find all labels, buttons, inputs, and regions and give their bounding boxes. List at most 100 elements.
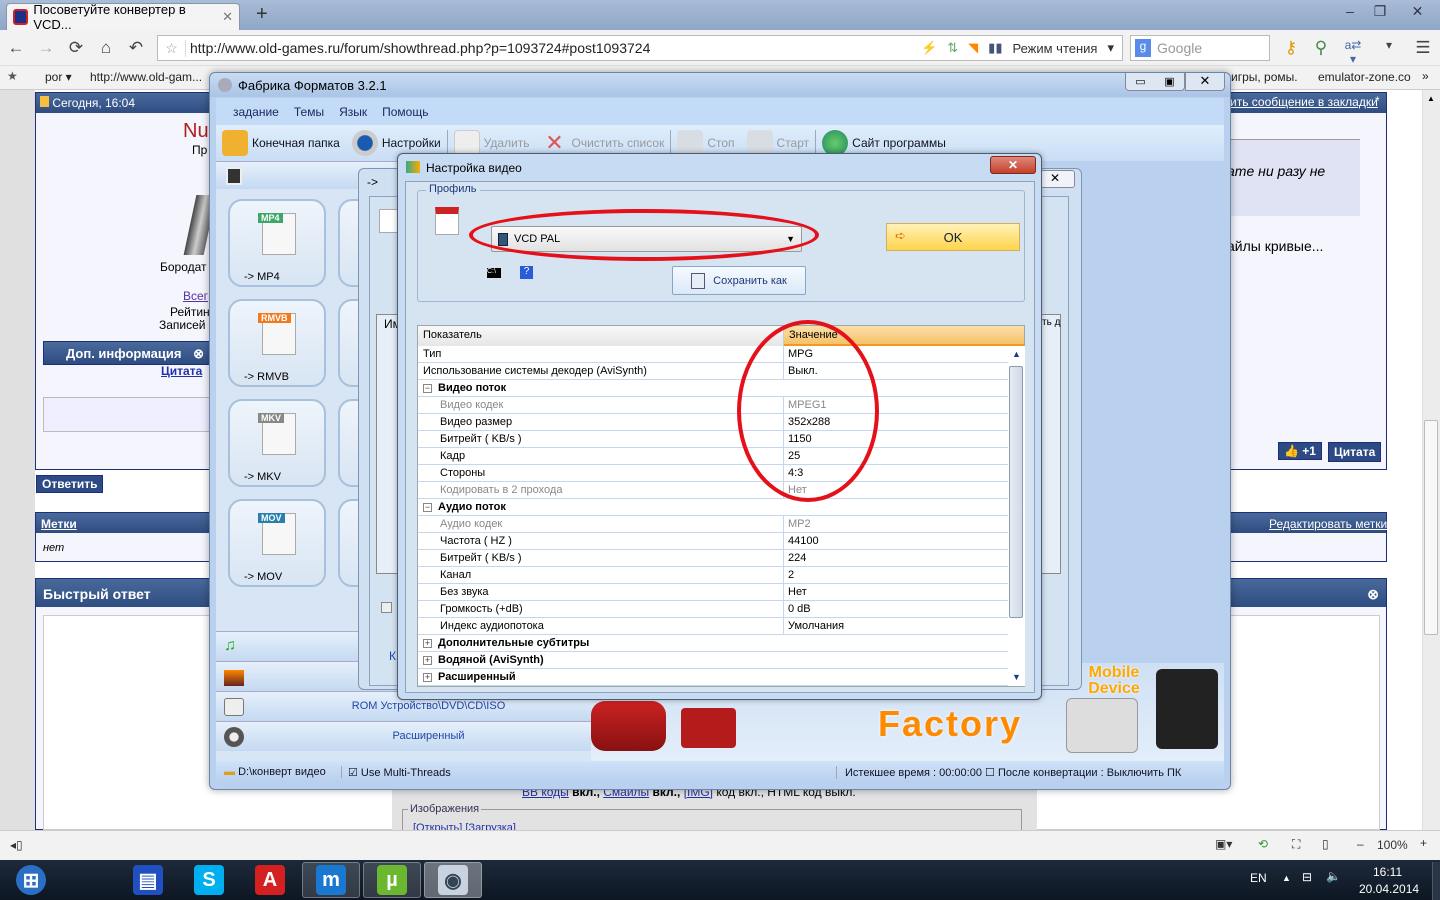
forward-icon[interactable]: →	[35, 38, 57, 58]
language-indicator[interactable]: EN	[1250, 871, 1267, 885]
compare-icon[interactable]: ⇅	[947, 40, 958, 56]
quote-link[interactable]: Цитата	[161, 364, 202, 378]
restore-button[interactable]: ❐	[1365, 0, 1395, 22]
advanced-category[interactable]: Расширенный	[216, 721, 591, 751]
reload-icon[interactable]: ⟳	[65, 38, 87, 58]
format-tile[interactable]: MP4 -> MP4	[228, 199, 326, 287]
shutdown-checkbox[interactable]: ☐	[985, 767, 995, 779]
quote-button[interactable]: Цитата	[1328, 442, 1382, 462]
collapse-icon[interactable]: ⊗	[1367, 586, 1379, 603]
property-value[interactable]: 0 dB	[784, 601, 1024, 617]
menu-task[interactable]: задание	[233, 105, 279, 119]
expand-icon[interactable]: +	[423, 672, 432, 682]
expand-icon[interactable]: +	[423, 655, 432, 665]
show-desktop-button[interactable]	[1432, 862, 1440, 900]
zoom-in-button[interactable]: +	[1420, 836, 1427, 850]
scroll-down-icon[interactable]: ▼	[1012, 672, 1021, 682]
grid-scroll-thumb[interactable]	[1009, 366, 1023, 618]
minimize-button[interactable]: –	[1335, 0, 1365, 22]
grid-scrollbar[interactable]: ▲ ▼	[1008, 346, 1025, 686]
home-icon[interactable]: ⌂	[95, 38, 117, 58]
key-icon[interactable]: ⚷	[1280, 38, 1302, 58]
browser-tab[interactable]: Посоветуйте конвертер в VCD... ✕	[6, 2, 240, 32]
command-line-icon[interactable]: C:\	[487, 268, 501, 278]
more-info-button[interactable]: Доп. информация ⊗	[43, 341, 213, 365]
taskbar-skype-button[interactable]: S	[180, 862, 238, 898]
rss-icon[interactable]: ◥	[968, 40, 978, 56]
collapse-icon[interactable]: −	[423, 383, 432, 393]
fullscreen-icon[interactable]: ⛶	[1292, 837, 1300, 852]
address-bar[interactable]: ☆ http://www.old-games.ru/forum/showthre…	[157, 35, 1123, 61]
property-value[interactable]: 44100	[784, 533, 1024, 549]
grid-row[interactable]: Канал 2	[418, 567, 1024, 584]
output-folder-button[interactable]: Конечная папка	[216, 128, 346, 158]
multithreads-checkbox[interactable]: ☑ Use Multi-Threads	[342, 766, 451, 779]
help-icon[interactable]: ?	[520, 266, 533, 279]
search-download-icon[interactable]: ⚲	[1310, 38, 1332, 58]
taskbar-maxthon-button[interactable]: m	[302, 862, 360, 898]
format-tile[interactable]: RMVB -> RMVB	[228, 299, 326, 387]
grid-row[interactable]: Кадр 25	[418, 448, 1024, 465]
volume-icon[interactable]: 🔈	[1326, 869, 1341, 883]
username[interactable]: Nu	[183, 120, 209, 143]
grid-row[interactable]: Битрейт ( KB/s ) 224	[418, 550, 1024, 567]
undo-close-icon[interactable]: ↶	[125, 38, 147, 58]
ok-button[interactable]: ➪ OK	[886, 223, 1020, 251]
minimize-icon[interactable]: ▭	[1135, 75, 1145, 88]
bookmark-item[interactable]: http://www.old-gam...	[90, 70, 202, 84]
taskbar-format-factory-button[interactable]: ◉	[424, 862, 482, 898]
translate-icon[interactable]: a⇄ ▾	[1342, 38, 1364, 66]
taskbar-start-button[interactable]: ⊞	[2, 862, 60, 898]
menu-themes[interactable]: Темы	[294, 105, 324, 119]
scrollbar-thumb[interactable]	[1424, 420, 1438, 635]
dialog-close-button[interactable]: ✕	[990, 156, 1036, 174]
sync-icon[interactable]: ⟲	[1258, 837, 1268, 851]
reply-button[interactable]: Ответить	[36, 475, 104, 493]
close-icon[interactable]: ✕	[1185, 73, 1225, 91]
clock-time[interactable]: 16:11	[1373, 865, 1402, 879]
grid-row[interactable]: Видео размер 352x288	[418, 414, 1024, 431]
close-window-button[interactable]: ✕	[1395, 0, 1440, 22]
expand-icon[interactable]: +	[423, 638, 432, 648]
format-tile[interactable]: MOV -> MOV	[228, 499, 326, 587]
bookmark-star-icon[interactable]: ☆	[158, 39, 186, 57]
property-value[interactable]: MP2	[784, 516, 1024, 532]
grid-row[interactable]: Видео кодек MPEG1	[418, 397, 1024, 414]
property-value[interactable]: 2	[784, 567, 1024, 583]
grid-group-row[interactable]: − Видео поток	[418, 380, 1024, 397]
scroll-up-icon[interactable]: ▲	[1427, 94, 1435, 103]
performance-icon[interactable]: ▣▾	[1215, 837, 1232, 851]
grid-row[interactable]: Стороны 4:3	[418, 465, 1024, 482]
plus-one-button[interactable]: 👍 +1	[1278, 442, 1322, 460]
maximize-icon[interactable]: ▣	[1164, 75, 1174, 88]
grid-row[interactable]: Без звука Нет	[418, 584, 1024, 601]
bookmarks-star-icon[interactable]: ★	[7, 69, 18, 83]
grid-row[interactable]: Тип MPG	[418, 346, 1024, 363]
grid-row[interactable]: Битрейт ( KB/s ) 1150	[418, 431, 1024, 448]
overflow-icon[interactable]: ▾	[1378, 38, 1400, 52]
back-icon[interactable]: ←	[5, 38, 27, 58]
save-as-button[interactable]: Сохранить как	[672, 266, 806, 295]
grid-group-row[interactable]: + Расширенный	[418, 669, 1024, 686]
search-box[interactable]: g Google	[1130, 35, 1270, 61]
menu-icon[interactable]: ☰	[1412, 38, 1434, 58]
taskbar-acrobat-button[interactable]: A	[241, 862, 299, 898]
grid-group-row[interactable]: − Аудио поток	[418, 499, 1024, 516]
zoom-out-button[interactable]: –	[1357, 837, 1364, 851]
taskbar-floppy-button[interactable]: ▤	[119, 862, 177, 898]
grid-group-row[interactable]: + Дополнительные субтитры	[418, 635, 1024, 652]
bookmark-post-link[interactable]: ить сообщение в закладки	[1230, 95, 1378, 109]
network-icon[interactable]: ⊟	[1302, 870, 1312, 884]
close-tab-icon[interactable]: ✕	[222, 9, 233, 25]
menu-help[interactable]: Помощь	[382, 105, 428, 119]
grid-row[interactable]: Кодировать в 2 прохода Нет	[418, 482, 1024, 499]
bookmark-item[interactable]: por ▾	[45, 70, 72, 84]
format-tile[interactable]: MKV -> MKV	[228, 399, 326, 487]
all-posts-link[interactable]: Всег	[183, 289, 208, 303]
tags-title[interactable]: Метки	[41, 517, 77, 531]
property-value[interactable]: Нет	[784, 584, 1024, 600]
grid-row[interactable]: Индекс аудиопотока Умолчания	[418, 618, 1024, 635]
bookmark-item[interactable]: игры, ромы.	[1231, 70, 1298, 84]
edit-tags-link[interactable]: Редактировать метки	[1269, 517, 1387, 531]
menu-language[interactable]: Язык	[339, 105, 367, 119]
